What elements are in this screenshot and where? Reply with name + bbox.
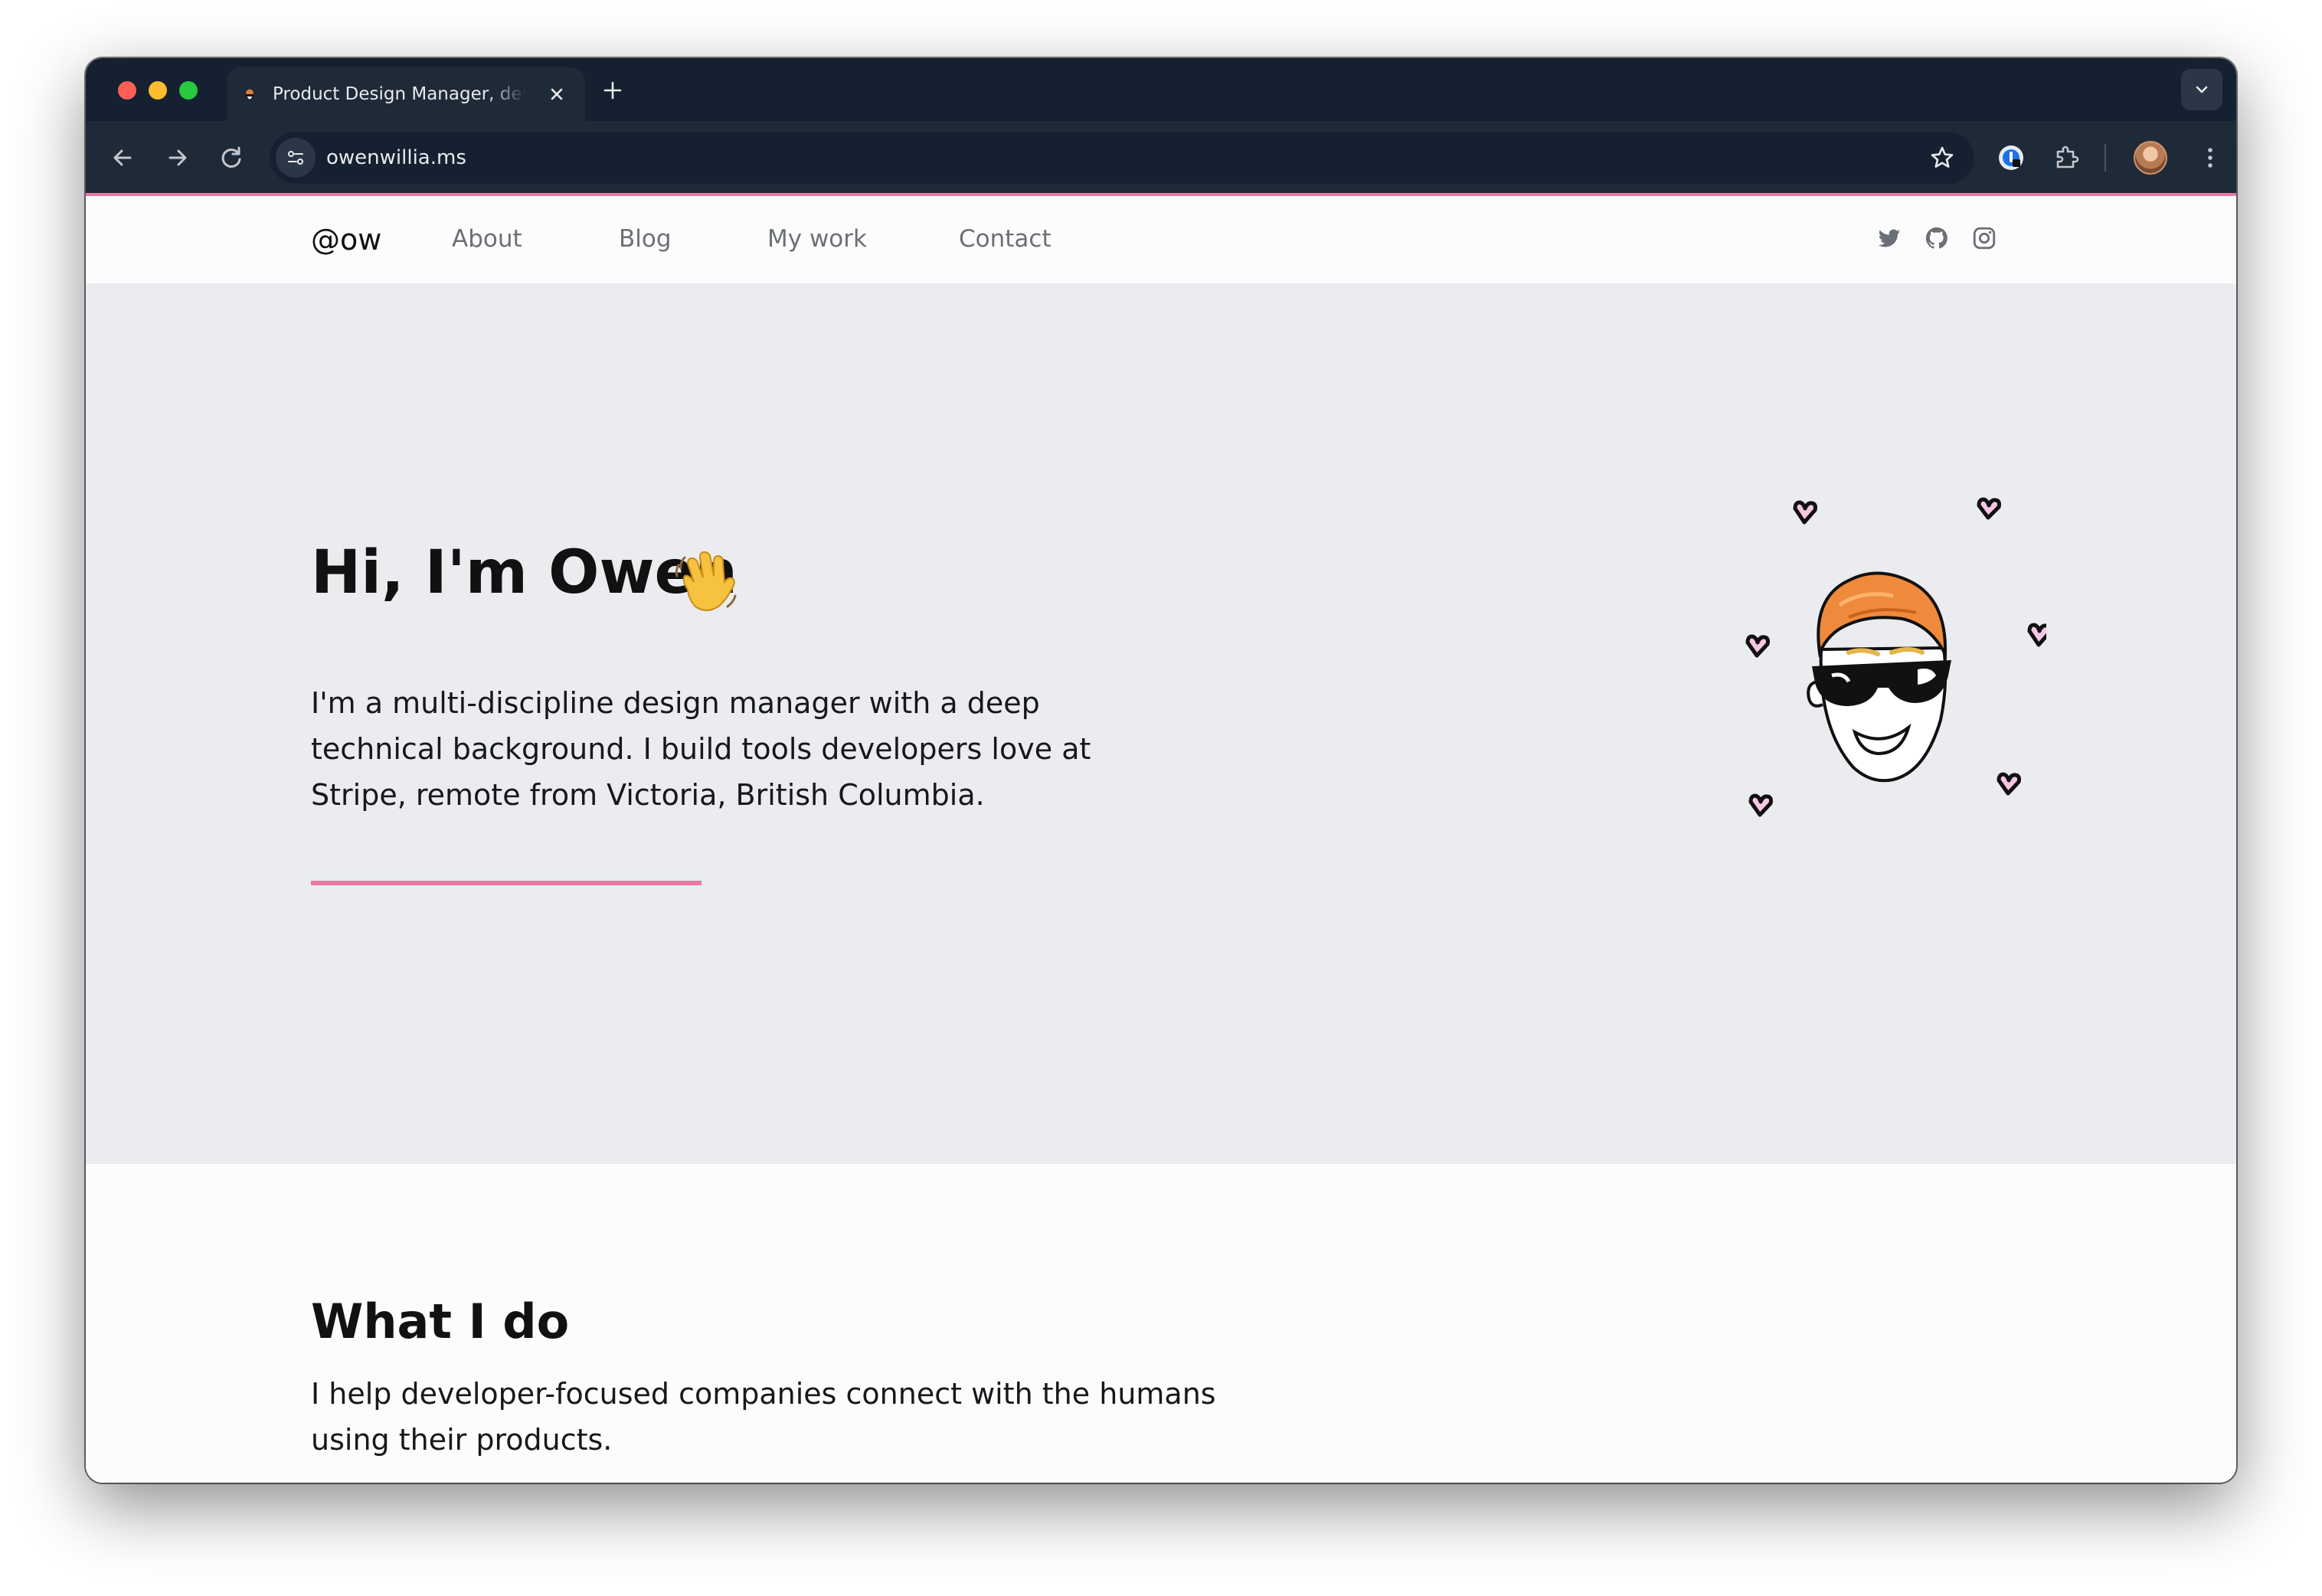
avatar-illustration: [1745, 497, 2046, 817]
brand-link[interactable]: @ow: [311, 222, 381, 257]
browser-toolbar: owenwillia.ms: [86, 121, 2236, 195]
close-icon[interactable]: [545, 83, 568, 106]
waving-hand-icon: [675, 551, 737, 611]
nav-link-my-work[interactable]: My work: [767, 224, 867, 254]
plus-icon[interactable]: [599, 77, 626, 104]
favicon-icon: [246, 89, 253, 100]
hero-section: Hi, I'm Owen I'm a multi-discipline desi…: [86, 283, 2236, 1164]
hero-divider: [311, 881, 702, 885]
password-manager-icon[interactable]: [1994, 141, 2028, 175]
kebab-menu-icon[interactable]: [2195, 142, 2226, 173]
tab-title: Product Design Manager, developer: [273, 84, 525, 104]
web-page: @ow About Blog My work Contact Hi, I'm O…: [86, 196, 2236, 1483]
what-i-do-title: What I do: [311, 1293, 570, 1349]
url-text[interactable]: owenwillia.ms: [326, 146, 466, 170]
tab-bar: Product Design Manager, developer: [86, 58, 2236, 121]
nav-link-about[interactable]: About: [452, 224, 522, 254]
browser-window: Product Design Manager, developer: [86, 58, 2236, 1483]
instagram-icon[interactable]: [1971, 225, 1997, 251]
puzzle-icon[interactable]: [2051, 142, 2082, 173]
github-icon[interactable]: [1924, 225, 1950, 251]
hero-description: I'm a multi-discipline design manager wi…: [311, 686, 1091, 812]
star-icon[interactable]: [1928, 144, 1956, 172]
chevron-down-icon: [2196, 86, 2208, 93]
site-nav: @ow About Blog My work Contact: [86, 196, 2236, 283]
active-tab[interactable]: Product Design Manager, developer: [227, 67, 585, 121]
reload-icon[interactable]: [216, 142, 247, 173]
arrow-left-icon[interactable]: [107, 142, 138, 173]
site-info-button[interactable]: [276, 138, 316, 178]
nav-link-blog[interactable]: Blog: [619, 224, 672, 254]
twitter-icon[interactable]: [1876, 225, 1902, 251]
arrow-right-icon[interactable]: [162, 142, 193, 173]
what-i-do-description: I help developer-focused companies conne…: [311, 1377, 1216, 1457]
tune-icon: [288, 151, 303, 165]
toolbar-divider: [2105, 144, 2106, 172]
nav-link-contact[interactable]: Contact: [959, 224, 1051, 254]
address-bar[interactable]: owenwillia.ms: [270, 132, 1974, 184]
profile-avatar[interactable]: [2134, 141, 2167, 175]
minimize-window-button[interactable]: [149, 81, 167, 100]
maximize-window-button[interactable]: [179, 81, 198, 100]
close-window-button[interactable]: [118, 81, 136, 100]
tab-search-button[interactable]: [2181, 69, 2222, 110]
